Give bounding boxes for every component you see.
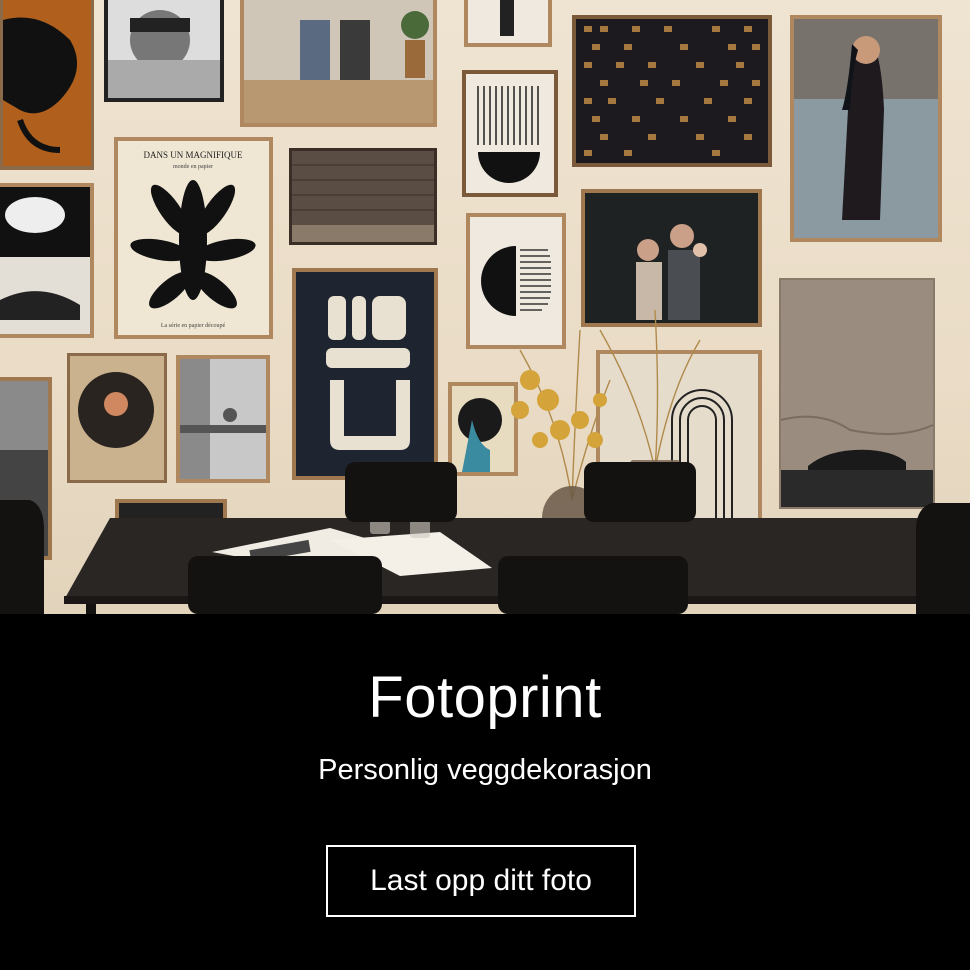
page-subtitle: Personlig veggdekorasjon — [318, 754, 652, 786]
frame-papier-poster: DANS UN MAGNIFIQUE monde en papier La sé… — [114, 137, 273, 339]
gallery-wall-illustration: DANS UN MAGNIFIQUE monde en papier La sé… — [0, 0, 970, 614]
frame-balcony — [176, 355, 270, 483]
frame-half-circle — [466, 213, 566, 349]
frame-pop-woman — [448, 382, 518, 476]
poster-caption: La série en papier découpé — [161, 323, 226, 329]
upload-photo-button[interactable]: Last opp ditt foto — [326, 845, 636, 917]
frame-wood-car — [779, 278, 935, 509]
poster-title: DANS UN MAGNIFIQUE — [144, 150, 244, 160]
frame-totem — [292, 268, 438, 480]
frame-night-windows — [572, 15, 772, 167]
page-title: Fotoprint — [368, 665, 602, 730]
frame-family-window — [240, 0, 437, 127]
product-card: DANS UN MAGNIFIQUE monde en papier La sé… — [0, 0, 970, 970]
frame-building — [289, 148, 437, 245]
poster-subtitle: monde en papier — [173, 164, 213, 170]
frame-small-top — [464, 0, 552, 47]
frame-panther — [0, 0, 94, 170]
frame-family-dark — [581, 189, 762, 327]
frame-arch-lines — [462, 70, 558, 197]
frame-bw-portrait — [104, 0, 224, 102]
frame-warrior — [790, 15, 942, 242]
frame-curly-hair — [67, 353, 167, 483]
frame-crane — [0, 183, 94, 338]
gallery-wall-image[interactable]: DANS UN MAGNIFIQUE monde en papier La sé… — [0, 0, 970, 614]
